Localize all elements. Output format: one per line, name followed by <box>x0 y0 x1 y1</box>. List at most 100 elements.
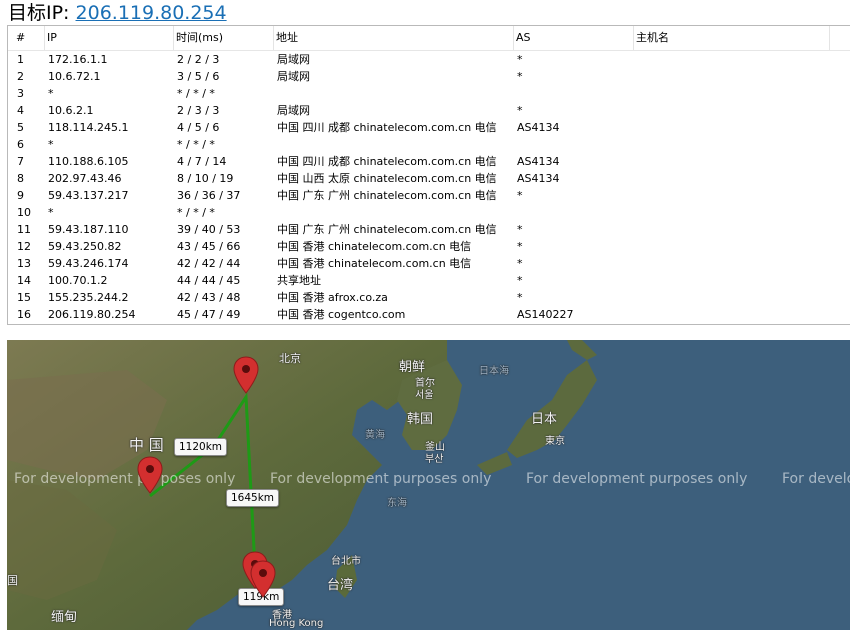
cell-as: * <box>517 70 523 83</box>
cell-time: 45 / 47 / 49 <box>177 308 241 321</box>
table-row[interactable]: 6 * * / * / * <box>8 136 850 153</box>
cell-ip: 100.70.1.2 <box>48 274 108 287</box>
table-row[interactable]: 15 155.235.244.2 42 / 43 / 48 中国 香港 afrox.c… <box>8 289 850 306</box>
table-row[interactable]: 3 * * / * / * <box>8 85 850 102</box>
map-pin-icon[interactable] <box>137 456 163 494</box>
cell-as: * <box>517 274 523 287</box>
cell-ip: * <box>48 138 54 151</box>
cell-time: * / * / * <box>177 87 215 100</box>
cell-as: * <box>517 257 523 270</box>
cell-number: 5 <box>17 121 24 134</box>
cell-ip: 59.43.187.110 <box>48 223 129 236</box>
cell-address <box>277 85 514 102</box>
cell-address: 共享地址 <box>277 274 321 287</box>
cell-hostname <box>637 170 830 187</box>
cell-hostname <box>637 102 830 119</box>
cell-number: 16 <box>17 308 31 321</box>
table-row[interactable]: 2 10.6.72.1 3 / 5 / 6 局域网 * <box>8 68 850 85</box>
cell-ip: 206.119.80.254 <box>48 308 136 321</box>
cell-number: 11 <box>17 223 31 236</box>
cell-address: 中国 香港 cogentco.com <box>277 308 406 321</box>
map-label-edge: 国 <box>7 574 18 587</box>
map-label-china: 中 国 <box>129 436 164 454</box>
cell-time: * / * / * <box>177 206 215 219</box>
cell-address: 中国 香港 afrox.co.za <box>277 291 388 304</box>
cell-time: * / * / * <box>177 138 215 151</box>
header-col-ip[interactable]: IP <box>45 26 174 50</box>
table-row[interactable]: 14 100.70.1.2 44 / 44 / 45 共享地址 * <box>8 272 850 289</box>
table-row[interactable]: 11 59.43.187.110 39 / 40 / 53 中国 广东 广州 chin… <box>8 221 850 238</box>
cell-hostname <box>637 119 830 136</box>
map-label-yellow-sea: 黄海 <box>365 430 385 441</box>
cell-as: * <box>517 104 523 117</box>
map-pin-icon[interactable] <box>250 560 276 598</box>
cell-address: 局域网 <box>277 70 310 83</box>
cell-as: * <box>517 189 523 202</box>
cell-ip: 59.43.246.174 <box>48 257 129 270</box>
target-ip-header: 目标IP: 206.119.80.254 <box>8 0 227 26</box>
table-row[interactable]: 1 172.16.1.1 2 / 2 / 3 局域网 * <box>8 51 850 68</box>
map-label-beijing: 北京 <box>279 352 301 365</box>
cell-number: 8 <box>17 172 24 185</box>
header-col-time[interactable]: 时间(ms) <box>174 26 274 50</box>
table-row[interactable]: 5 118.114.245.1 4 / 5 / 6 中国 四川 成都 chinatel… <box>8 119 850 136</box>
header-col-number[interactable]: # <box>14 26 45 50</box>
cell-ip: 110.188.6.105 <box>48 155 129 168</box>
cell-hostname <box>637 204 830 221</box>
cell-as <box>517 136 634 153</box>
cell-hostname <box>637 306 830 323</box>
map-label-south-korea: 韩国 <box>407 412 434 427</box>
cell-address: 局域网 <box>277 104 310 117</box>
table-row[interactable]: 8 202.97.43.46 8 / 10 / 19 中国 山西 太原 chinate… <box>8 170 850 187</box>
cell-hostname <box>637 272 830 289</box>
table-row[interactable]: 4 10.6.2.1 2 / 3 / 3 局域网 * <box>8 102 850 119</box>
cell-time: 36 / 36 / 37 <box>177 189 241 202</box>
cell-as: * <box>517 291 523 304</box>
cell-ip: 59.43.250.82 <box>48 240 122 253</box>
cell-time: 8 / 10 / 19 <box>177 172 234 185</box>
cell-as: AS4134 <box>517 172 560 185</box>
cell-hostname <box>637 85 830 102</box>
distance-label-2: 1645km <box>226 489 280 507</box>
cell-ip: * <box>48 206 54 219</box>
table-row[interactable]: 10 * * / * / * <box>8 204 850 221</box>
route-map[interactable]: For development purposes only For develo… <box>7 340 850 630</box>
target-ip-label: 目标IP: <box>8 2 70 24</box>
map-label-taipei: 台北市 <box>331 556 361 567</box>
map-label-hongkong-en: Hong Kong <box>269 618 324 629</box>
map-label-seoul-ko: 서울 <box>415 390 434 401</box>
map-label-taiwan: 台湾 <box>327 578 354 593</box>
cell-number: 15 <box>17 291 31 304</box>
cell-ip: 202.97.43.46 <box>48 172 122 185</box>
map-label-japan: 日本 <box>531 412 558 427</box>
cell-as: * <box>517 240 523 253</box>
table-row[interactable]: 16 206.119.80.254 45 / 47 / 49 中国 香港 cogent… <box>8 306 850 323</box>
watermark-2: For development purposes only <box>270 471 492 487</box>
watermark-3: For development purposes only <box>526 471 748 487</box>
table-row[interactable]: 7 110.188.6.105 4 / 7 / 14 中国 四川 成都 chinate… <box>8 153 850 170</box>
table-row[interactable]: 13 59.43.246.174 42 / 42 / 44 中国 香港 chinate… <box>8 255 850 272</box>
header-col-hostname[interactable]: 主机名 <box>634 26 830 50</box>
cell-address: 中国 香港 chinatelecom.com.cn 电信 <box>277 240 472 253</box>
header-col-address[interactable]: 地址 <box>274 26 514 50</box>
map-label-east-sea: 东海 <box>387 498 407 509</box>
table-row[interactable]: 12 59.43.250.82 43 / 45 / 66 中国 香港 chinatel… <box>8 238 850 255</box>
header-col-as[interactable]: AS <box>514 26 634 50</box>
map-label-myanmar: 缅甸 <box>51 610 78 625</box>
table-row[interactable]: 9 59.43.137.217 36 / 36 / 37 中国 广东 广州 china… <box>8 187 850 204</box>
cell-time: 42 / 43 / 48 <box>177 291 241 304</box>
cell-as: AS140227 <box>517 308 574 321</box>
cell-hostname <box>637 51 830 68</box>
cell-address: 中国 香港 chinatelecom.com.cn 电信 <box>277 257 472 270</box>
cell-address: 局域网 <box>277 53 310 66</box>
target-ip-link[interactable]: 206.119.80.254 <box>76 2 227 24</box>
cell-as <box>517 204 634 221</box>
map-pin-icon[interactable] <box>233 356 259 394</box>
cell-number: 7 <box>17 155 24 168</box>
cell-number: 2 <box>17 70 24 83</box>
cell-ip: 59.43.137.217 <box>48 189 129 202</box>
map-label-japan-sea: 日本海 <box>479 366 509 377</box>
cell-time: 39 / 40 / 53 <box>177 223 241 236</box>
cell-address: 中国 山西 太原 chinatelecom.com.cn 电信 <box>277 172 497 185</box>
cell-address: 中国 广东 广州 chinatelecom.com.cn 电信 <box>277 223 497 236</box>
